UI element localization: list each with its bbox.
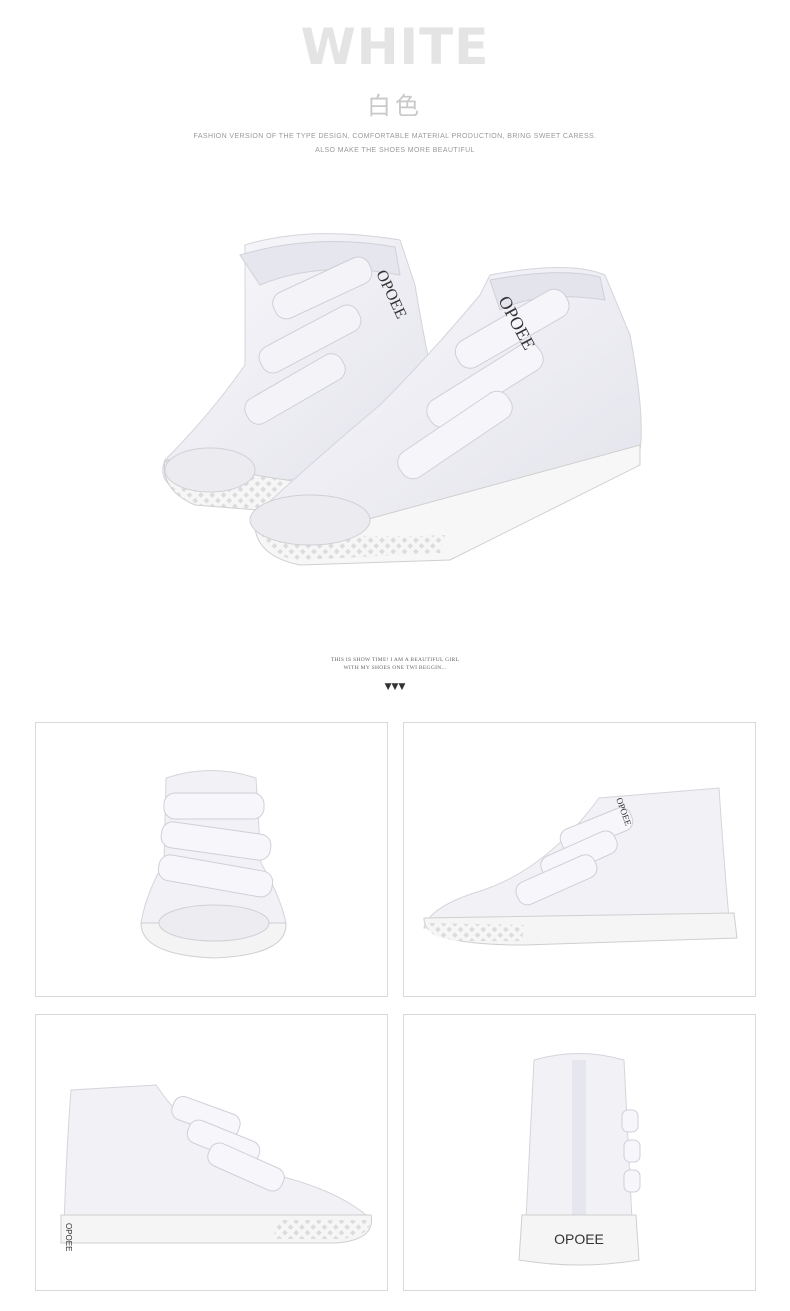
side-view-right-shoe-image: OPOEE: [423, 787, 738, 946]
color-title-chinese: 白色: [367, 92, 423, 120]
color-title: WHITE: [300, 18, 490, 76]
back-view-shoe-image: OPOEE: [518, 1053, 641, 1266]
side-view-left-shoe-image: OPOEE: [60, 1084, 373, 1251]
heel-label: OPOEE: [554, 1231, 604, 1247]
gallery-back-view: OPOEE: [403, 1014, 756, 1291]
description: FASHION VERSION OF THE TYPE DESIGN, COMF…: [0, 130, 790, 158]
hero-shoes-image: OPOEE OPOEE: [162, 233, 642, 566]
front-view-shoe-image: [140, 770, 287, 959]
gallery-side-view-right: OPOEE: [403, 722, 756, 997]
side-left-brand: OPOEE: [64, 1223, 73, 1251]
gallery-side-view-left: OPOEE: [35, 1014, 388, 1291]
caption-line-2: WITH MY SHOES ONE TWI BEGGIN...: [343, 665, 447, 671]
caption: THIS IS SHOW TIME! I AM A BEAUTIFUL GIRL…: [0, 656, 790, 672]
caption-line-1: THIS IS SHOW TIME! I AM A BEAUTIFUL GIRL: [330, 657, 460, 663]
down-arrows-icon: ▼▼▼: [384, 682, 406, 692]
description-line-1: FASHION VERSION OF THE TYPE DESIGN, COMF…: [193, 133, 597, 140]
description-line-2: ALSO MAKE THE SHOES MORE BEAUTIFUL: [315, 147, 475, 154]
gallery-front-view: [35, 722, 388, 997]
